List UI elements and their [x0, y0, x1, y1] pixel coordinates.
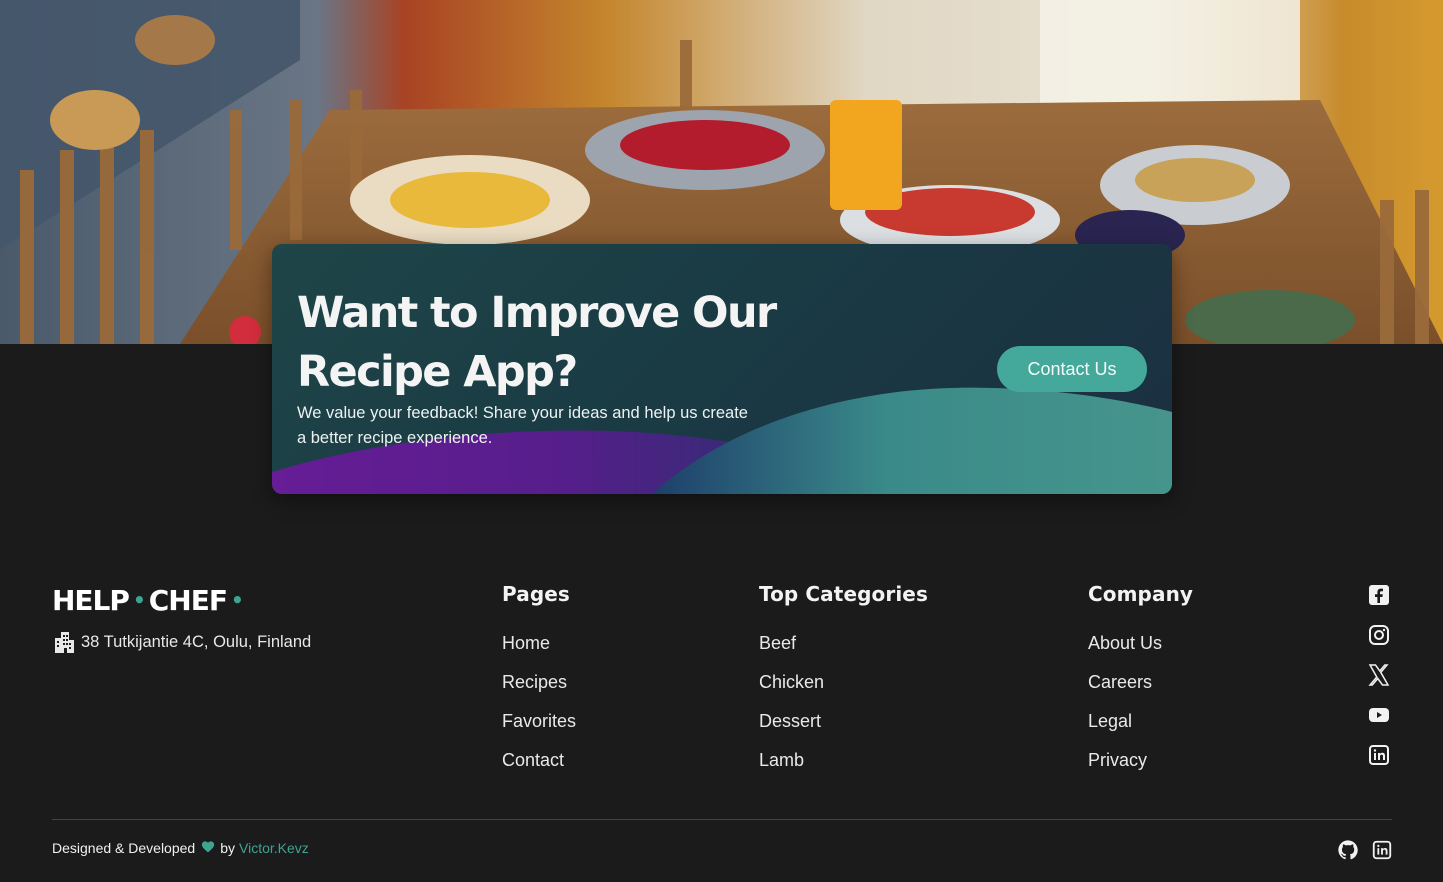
heart-icon	[201, 840, 215, 856]
footer-link-beef[interactable]: Beef	[759, 633, 928, 672]
credits-text: Designed & Developed	[52, 840, 196, 856]
footer-link-about-us[interactable]: About Us	[1088, 633, 1193, 672]
company-heading: Company	[1088, 582, 1194, 606]
address-text: 38 Tutkijantie 4C, Oulu, Finland	[81, 632, 312, 651]
address: 38 Tutkijantie 4C, Oulu, Finland	[52, 630, 311, 654]
footer-link-chicken[interactable]: Chicken	[759, 672, 928, 711]
logo-dot: •	[230, 588, 244, 612]
footer-link-legal[interactable]: Legal	[1088, 711, 1193, 750]
building-icon	[55, 632, 74, 653]
footer-divider	[52, 819, 1392, 820]
social-links	[1367, 583, 1391, 783]
footer-link-contact[interactable]: Contact	[502, 750, 576, 789]
footer-link-recipes[interactable]: Recipes	[502, 672, 576, 711]
footer-categories-column: Top Categories Beef Chicken Dessert Lamb	[759, 582, 928, 789]
footer-link-lamb[interactable]: Lamb	[759, 750, 928, 789]
cta-description: We value your feedback! Share your ideas…	[297, 404, 748, 447]
footer-link-careers[interactable]: Careers	[1088, 672, 1193, 711]
logo-part-chef: CHEF	[148, 584, 228, 617]
linkedin-icon[interactable]	[1367, 743, 1391, 767]
credits: Designed & Developed by Victor.Kevz	[52, 840, 309, 856]
footer-company-column: Company About Us Careers Legal Privacy	[1088, 582, 1193, 789]
footer-link-privacy[interactable]: Privacy	[1088, 750, 1193, 789]
logo-part-help: HELP	[52, 584, 130, 617]
pages-heading: Pages	[502, 582, 570, 606]
logo-dot: •	[132, 588, 146, 612]
footer-link-favorites[interactable]: Favorites	[502, 711, 576, 750]
footer-link-dessert[interactable]: Dessert	[759, 711, 928, 750]
categories-heading: Top Categories	[759, 582, 928, 606]
footer-logo[interactable]: HELP • CHEF •	[52, 584, 247, 617]
developer-links	[1337, 839, 1393, 861]
linkedin-icon[interactable]	[1371, 839, 1393, 861]
x-icon[interactable]	[1367, 663, 1391, 687]
feedback-cta-card: Want to Improve Our Recipe App? We value…	[272, 244, 1172, 494]
footer-link-home[interactable]: Home	[502, 633, 576, 672]
author-link[interactable]: Victor.Kevz	[239, 840, 309, 856]
cta-title: Want to Improve Our Recipe App?	[297, 288, 777, 397]
github-icon[interactable]	[1337, 839, 1359, 861]
footer-pages-column: Pages Home Recipes Favorites Contact	[502, 582, 576, 789]
instagram-icon[interactable]	[1367, 623, 1391, 647]
contact-us-button[interactable]: Contact Us	[997, 346, 1147, 392]
youtube-icon[interactable]	[1367, 703, 1391, 727]
credits-by: by	[220, 840, 236, 856]
facebook-icon[interactable]	[1367, 583, 1391, 607]
